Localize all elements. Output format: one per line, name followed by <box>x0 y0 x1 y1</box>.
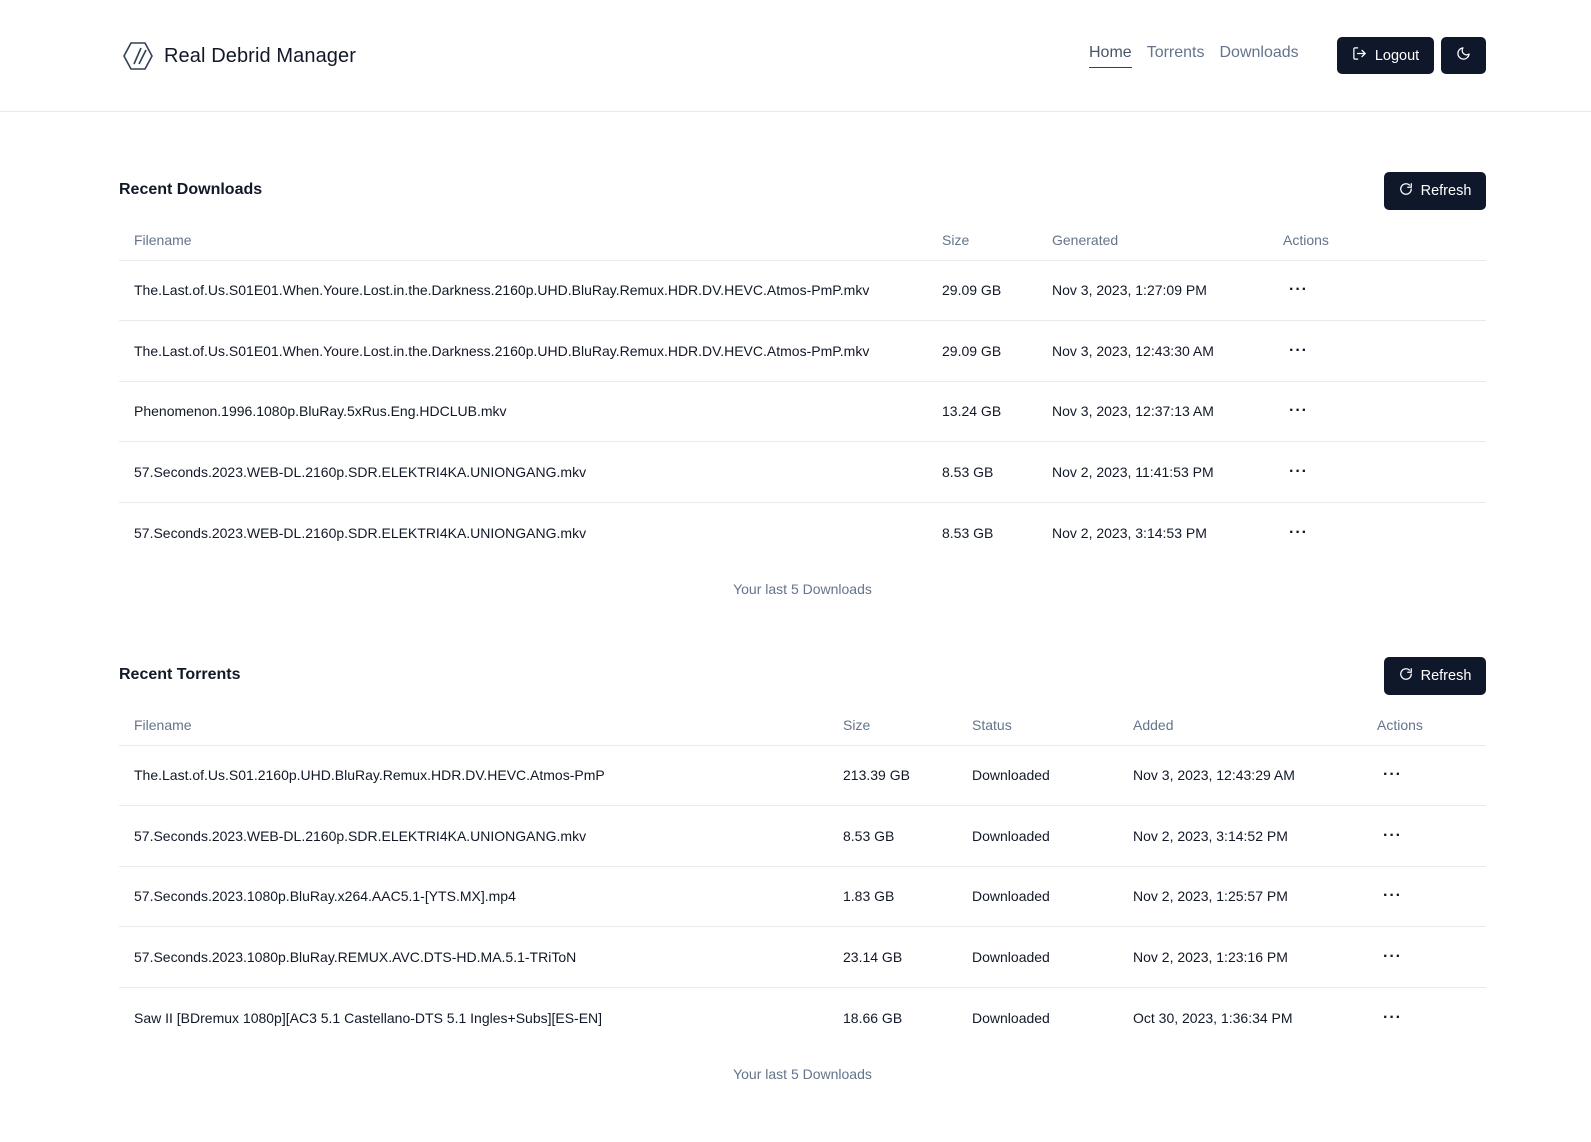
added-cell: Nov 2, 2023, 1:25:57 PM <box>1118 866 1288 927</box>
recent-downloads-title: Recent Downloads <box>119 181 263 198</box>
moon-icon <box>1456 46 1471 65</box>
status-cell: Downloaded <box>957 926 1118 988</box>
nav-home-link[interactable]: Home <box>1089 44 1132 68</box>
more-horizontal-icon[interactable]: ··· <box>1377 766 1408 784</box>
size-cell: 18.66 GB <box>843 1009 903 1026</box>
filename-cell: Phenomenon.1996.1080p.BluRay.5xRus.Eng.H… <box>119 381 927 442</box>
more-horizontal-icon[interactable]: ··· <box>1377 948 1408 966</box>
filename-cell: The.Last.of.Us.S01.2160p.UHD.BluRay.Remu… <box>119 745 828 806</box>
size-cell: 1.83 GB <box>828 866 957 927</box>
added-cell: Nov 3, 2023, 12:43:29 AM <box>1118 745 1295 806</box>
filename-cell: The.Last.of.Us.S01E01.When.Youre.Lost.in… <box>119 260 927 321</box>
recent-torrents-section: Recent Torrents Refresh Filename Size St… <box>119 657 1486 1082</box>
table-row: Saw II [BDremux 1080p][AC3 5.1 Castellan… <box>119 987 1486 1048</box>
size-cell: 8.53 GB <box>828 805 957 867</box>
column-header-actions: Actions <box>1274 705 1486 746</box>
filename-cell: The.Last.of.Us.S01E01.When.Youre.Lost.in… <box>119 320 927 382</box>
table-row: 57.Seconds.2023.WEB-DL.2160p.SDR.ELEKTRI… <box>119 441 1486 503</box>
generated-cell: Nov 3, 2023, 12:37:13 AM <box>1037 381 1268 442</box>
added-cell: Oct 30, 2023, 1:36:34 PM <box>1133 1009 1293 1026</box>
table-row: The.Last.of.Us.S01E01.When.Youre.Lost.in… <box>119 260 1486 321</box>
table-row: 57.Seconds.2023.1080p.BluRay.x264.AAC5.1… <box>119 866 1486 927</box>
column-header-actions: Actions <box>1268 220 1486 261</box>
logout-label: Logout <box>1374 47 1420 64</box>
column-header-filename: Filename <box>119 705 828 746</box>
size-cell: 13.24 GB <box>927 381 1037 442</box>
table-row: The.Last.of.Us.S01E01.When.Youre.Lost.in… <box>119 320 1486 382</box>
more-horizontal-icon[interactable]: ··· <box>1377 887 1408 905</box>
table-header-row: Filename Size Generated Actions <box>119 220 1486 261</box>
recent-torrents-title: Recent Torrents <box>119 666 241 683</box>
table-row: The.Last.of.Us.S01.2160p.UHD.BluRay.Remu… <box>119 745 1486 806</box>
more-horizontal-icon[interactable]: ··· <box>1283 281 1314 299</box>
app-title: Real Debrid Manager <box>164 44 356 67</box>
top-header: Real Debrid Manager Home Torrents Downlo… <box>0 0 1591 112</box>
filename-cell: 57.Seconds.2023.1080p.BluRay.REMUX.AVC.D… <box>119 926 828 988</box>
size-cell: 213.39 GB <box>828 745 957 806</box>
status-cell: Downloaded <box>972 1009 1050 1026</box>
column-header-generated: Generated <box>1037 220 1268 261</box>
more-horizontal-icon[interactable]: ··· <box>1283 402 1314 420</box>
refresh-label: Refresh <box>1420 183 1472 199</box>
torrents-caption: Your last 5 Downloads <box>733 1065 872 1082</box>
nav-torrents-link[interactable]: Torrents <box>1147 44 1205 68</box>
size-cell: 29.09 GB <box>927 320 1037 382</box>
status-cell: Downloaded <box>957 745 1118 806</box>
more-horizontal-icon[interactable]: ··· <box>1283 463 1314 481</box>
size-cell: 8.53 GB <box>927 441 1037 503</box>
filename-cell: 57.Seconds.2023.WEB-DL.2160p.SDR.ELEKTRI… <box>119 441 927 503</box>
refresh-icon <box>1399 667 1413 685</box>
more-horizontal-icon[interactable]: ··· <box>1377 827 1408 845</box>
size-cell: 29.09 GB <box>927 260 1037 321</box>
slashes-logo-icon <box>121 39 155 73</box>
status-cell: Downloaded <box>957 805 1118 867</box>
column-header-size: Size <box>828 705 957 746</box>
column-header-status: Status <box>957 705 1118 746</box>
main-nav: Home Torrents Downloads <box>1089 44 1299 68</box>
downloads-caption: Your last 5 Downloads <box>733 580 872 597</box>
generated-cell: Nov 3, 2023, 12:43:30 AM <box>1037 320 1268 382</box>
downloads-table: Filename Size Generated Actions The.Last… <box>119 220 1486 563</box>
torrents-table: Filename Size Status Added Actions The.L… <box>119 705 1486 1048</box>
refresh-icon <box>1399 182 1413 200</box>
generated-cell: Nov 3, 2023, 1:27:09 PM <box>1037 260 1268 321</box>
column-header-size: Size <box>927 220 1037 261</box>
recent-downloads-section: Recent Downloads Refresh Filename Size G… <box>119 172 1486 597</box>
generated-cell: Nov 2, 2023, 3:14:53 PM <box>1052 524 1207 541</box>
added-cell: Nov 2, 2023, 1:23:16 PM <box>1118 926 1288 988</box>
table-row: 57.Seconds.2023.WEB-DL.2160p.SDR.ELEKTRI… <box>119 805 1486 867</box>
nav-downloads-link[interactable]: Downloads <box>1219 44 1298 68</box>
theme-toggle-button[interactable] <box>1441 37 1486 74</box>
more-horizontal-icon[interactable]: ··· <box>1283 524 1314 542</box>
table-row: Phenomenon.1996.1080p.BluRay.5xRus.Eng.H… <box>119 381 1486 442</box>
table-row: 57.Seconds.2023.1080p.BluRay.REMUX.AVC.D… <box>119 926 1486 988</box>
torrents-refresh-button[interactable]: Refresh <box>1384 657 1486 695</box>
table-row: 57.Seconds.2023.WEB-DL.2160p.SDR.ELEKTRI… <box>119 502 1486 563</box>
more-horizontal-icon[interactable]: ··· <box>1377 1009 1408 1027</box>
more-horizontal-icon[interactable]: ··· <box>1283 342 1314 360</box>
filename-cell: 57.Seconds.2023.WEB-DL.2160p.SDR.ELEKTRI… <box>134 524 587 541</box>
refresh-label: Refresh <box>1420 668 1472 684</box>
status-cell: Downloaded <box>957 866 1118 927</box>
column-header-added: Added <box>1118 705 1274 746</box>
brand[interactable]: Real Debrid Manager <box>121 39 356 73</box>
logout-icon <box>1352 46 1367 65</box>
filename-cell: 57.Seconds.2023.1080p.BluRay.x264.AAC5.1… <box>119 866 828 927</box>
generated-cell: Nov 2, 2023, 11:41:53 PM <box>1037 441 1268 503</box>
added-cell: Nov 2, 2023, 3:14:52 PM <box>1118 805 1288 867</box>
column-header-filename: Filename <box>119 220 927 261</box>
logout-button[interactable]: Logout <box>1337 37 1434 74</box>
size-cell: 8.53 GB <box>942 524 994 541</box>
table-header-row: Filename Size Status Added Actions <box>119 705 1486 746</box>
filename-cell: Saw II [BDremux 1080p][AC3 5.1 Castellan… <box>134 1009 603 1026</box>
downloads-refresh-button[interactable]: Refresh <box>1384 172 1486 210</box>
size-cell: 23.14 GB <box>828 926 957 988</box>
filename-cell: 57.Seconds.2023.WEB-DL.2160p.SDR.ELEKTRI… <box>119 805 828 867</box>
